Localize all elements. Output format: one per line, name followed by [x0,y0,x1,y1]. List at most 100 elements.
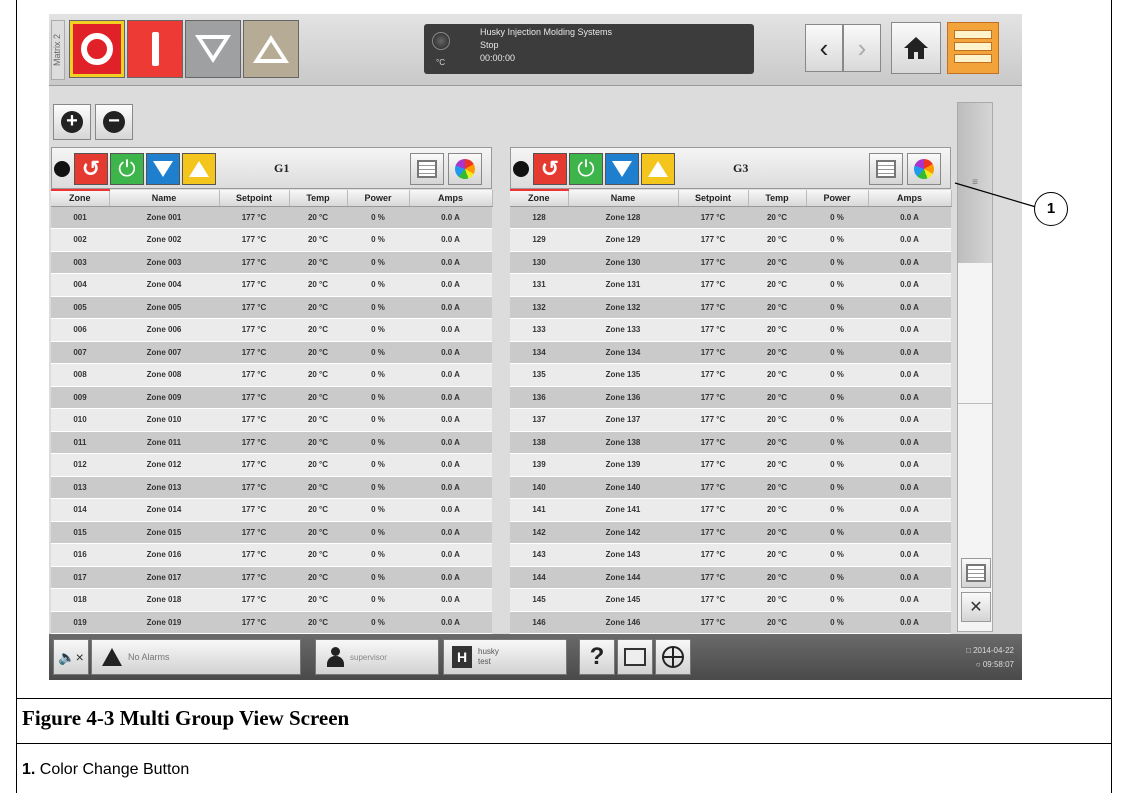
group-select-icon[interactable] [513,161,529,177]
table-row[interactable]: 001 Zone 001 177 °C 20 °C 0 % 0.0 A [51,206,492,229]
column-header-zone[interactable]: Zone [510,189,569,207]
table-row[interactable]: 018 Zone 018 177 °C 20 °C 0 % 0.0 A [51,588,492,612]
zone-number: 017 [51,566,109,589]
setpoint-value: 177 °C [219,341,289,364]
table-row[interactable]: 136 Zone 136 177 °C 20 °C 0 % 0.0 A [510,386,951,409]
menu-button[interactable] [947,22,999,74]
table-row[interactable]: 009 Zone 009 177 °C 20 °C 0 % 0.0 A [51,386,492,409]
stop-button[interactable] [69,20,125,78]
user-button[interactable]: supervisor [315,639,439,675]
standby-group-button[interactable] [605,153,639,185]
heat-off-button[interactable]: ↺ [74,153,108,185]
table-row[interactable]: 012 Zone 012 177 °C 20 °C 0 % 0.0 A [51,453,492,477]
table-row[interactable]: 140 Zone 140 177 °C 20 °C 0 % 0.0 A [510,476,951,499]
scrollbar-thumb[interactable]: ≡ [958,103,992,263]
zoom-in-button[interactable]: + [53,104,91,140]
boost-group-button[interactable] [641,153,675,185]
column-header-power[interactable]: Power [806,190,869,207]
table-row[interactable]: 135 Zone 135 177 °C 20 °C 0 % 0.0 A [510,363,951,387]
standby-button[interactable] [185,20,241,78]
group-detail-button[interactable] [869,153,903,185]
boost-button[interactable] [243,20,299,78]
amps-value: 0.0 A [409,228,492,252]
table-row[interactable]: 019 Zone 019 177 °C 20 °C 0 % 0.0 A [51,611,492,634]
standby-group-button[interactable] [146,153,180,185]
vertical-scrollbar[interactable]: ≡ [957,102,993,632]
color-change-button[interactable] [907,153,941,185]
table-row[interactable]: 132 Zone 132 177 °C 20 °C 0 % 0.0 A [510,296,951,319]
table-row[interactable]: 005 Zone 005 177 °C 20 °C 0 % 0.0 A [51,296,492,319]
column-header-temp[interactable]: Temp [748,190,807,207]
column-header-name[interactable]: Name [109,190,220,207]
zoom-out-button[interactable]: − [95,104,133,140]
table-row[interactable]: 134 Zone 134 177 °C 20 °C 0 % 0.0 A [510,341,951,364]
table-row[interactable]: 017 Zone 017 177 °C 20 °C 0 % 0.0 A [51,566,492,589]
deselect-all-button[interactable]: ✕ [961,592,991,622]
group-detail-button[interactable] [410,153,444,185]
column-header-name[interactable]: Name [568,190,679,207]
table-row[interactable]: 016 Zone 016 177 °C 20 °C 0 % 0.0 A [51,543,492,567]
column-header-temp[interactable]: Temp [289,190,348,207]
color-change-button[interactable] [448,153,482,185]
amps-value: 0.0 A [868,206,951,229]
heat-on-button[interactable]: ⏻ [110,153,144,185]
power-value: 0 % [347,363,409,387]
setpoint-value: 177 °C [219,431,289,454]
mute-button[interactable]: 🔈× [53,639,89,675]
table-row[interactable]: 013 Zone 013 177 °C 20 °C 0 % 0.0 A [51,476,492,499]
table-row[interactable]: 145 Zone 145 177 °C 20 °C 0 % 0.0 A [510,588,951,612]
table-row[interactable]: 015 Zone 015 177 °C 20 °C 0 % 0.0 A [51,521,492,544]
table-row[interactable]: 014 Zone 014 177 °C 20 °C 0 % 0.0 A [51,498,492,522]
table-row[interactable]: 131 Zone 131 177 °C 20 °C 0 % 0.0 A [510,273,951,297]
zone-name: Zone 018 [109,588,219,612]
table-row[interactable]: 143 Zone 143 177 °C 20 °C 0 % 0.0 A [510,543,951,567]
column-header-amps[interactable]: Amps [409,190,493,207]
language-button[interactable] [655,639,691,675]
table-row[interactable]: 142 Zone 142 177 °C 20 °C 0 % 0.0 A [510,521,951,544]
table-row[interactable]: 130 Zone 130 177 °C 20 °C 0 % 0.0 A [510,251,951,274]
table-row[interactable]: 138 Zone 138 177 °C 20 °C 0 % 0.0 A [510,431,951,454]
home-button[interactable] [891,22,941,74]
temp-value: 20 °C [748,611,806,634]
amps-value: 0.0 A [409,543,492,567]
boost-icon [253,35,289,63]
table-row[interactable]: 129 Zone 129 177 °C 20 °C 0 % 0.0 A [510,228,951,252]
heat-on-button[interactable]: ⏻ [569,153,603,185]
forward-button[interactable]: › [843,24,881,72]
start-button[interactable] [127,20,183,78]
column-header-setpoint[interactable]: Setpoint [678,190,749,207]
column-header-setpoint[interactable]: Setpoint [219,190,290,207]
table-row[interactable]: 008 Zone 008 177 °C 20 °C 0 % 0.0 A [51,363,492,387]
table-row[interactable]: 003 Zone 003 177 °C 20 °C 0 % 0.0 A [51,251,492,274]
alarms-button[interactable]: No Alarms [91,639,301,675]
table-row[interactable]: 133 Zone 133 177 °C 20 °C 0 % 0.0 A [510,318,951,342]
table-row[interactable]: 006 Zone 006 177 °C 20 °C 0 % 0.0 A [51,318,492,342]
boost-group-button[interactable] [182,153,216,185]
table-row[interactable]: 002 Zone 002 177 °C 20 °C 0 % 0.0 A [51,228,492,252]
group-select-icon[interactable] [54,161,70,177]
screenshot-button[interactable] [617,639,653,675]
power-value: 0 % [806,543,868,567]
table-row[interactable]: 146 Zone 146 177 °C 20 °C 0 % 0.0 A [510,611,951,634]
setpoint-value: 177 °C [219,296,289,319]
table-row[interactable]: 011 Zone 011 177 °C 20 °C 0 % 0.0 A [51,431,492,454]
table-row[interactable]: 141 Zone 141 177 °C 20 °C 0 % 0.0 A [510,498,951,522]
table-row[interactable]: 144 Zone 144 177 °C 20 °C 0 % 0.0 A [510,566,951,589]
column-header-power[interactable]: Power [347,190,410,207]
table-row[interactable]: 137 Zone 137 177 °C 20 °C 0 % 0.0 A [510,408,951,432]
zone-number: 019 [51,611,109,634]
table-row[interactable]: 128 Zone 128 177 °C 20 °C 0 % 0.0 A [510,206,951,229]
heat-off-button[interactable]: ↺ [533,153,567,185]
table-row[interactable]: 139 Zone 139 177 °C 20 °C 0 % 0.0 A [510,453,951,477]
select-all-button[interactable] [961,558,991,588]
power-value: 0 % [347,543,409,567]
table-row[interactable]: 007 Zone 007 177 °C 20 °C 0 % 0.0 A [51,341,492,364]
column-header-amps[interactable]: Amps [868,190,952,207]
column-header-zone[interactable]: Zone [51,189,110,207]
table-row[interactable]: 010 Zone 010 177 °C 20 °C 0 % 0.0 A [51,408,492,432]
power-value: 0 % [806,386,868,409]
mold-button[interactable]: H husky test [443,639,567,675]
help-button[interactable]: ? [579,639,615,675]
back-button[interactable]: ‹ [805,24,843,72]
table-row[interactable]: 004 Zone 004 177 °C 20 °C 0 % 0.0 A [51,273,492,297]
